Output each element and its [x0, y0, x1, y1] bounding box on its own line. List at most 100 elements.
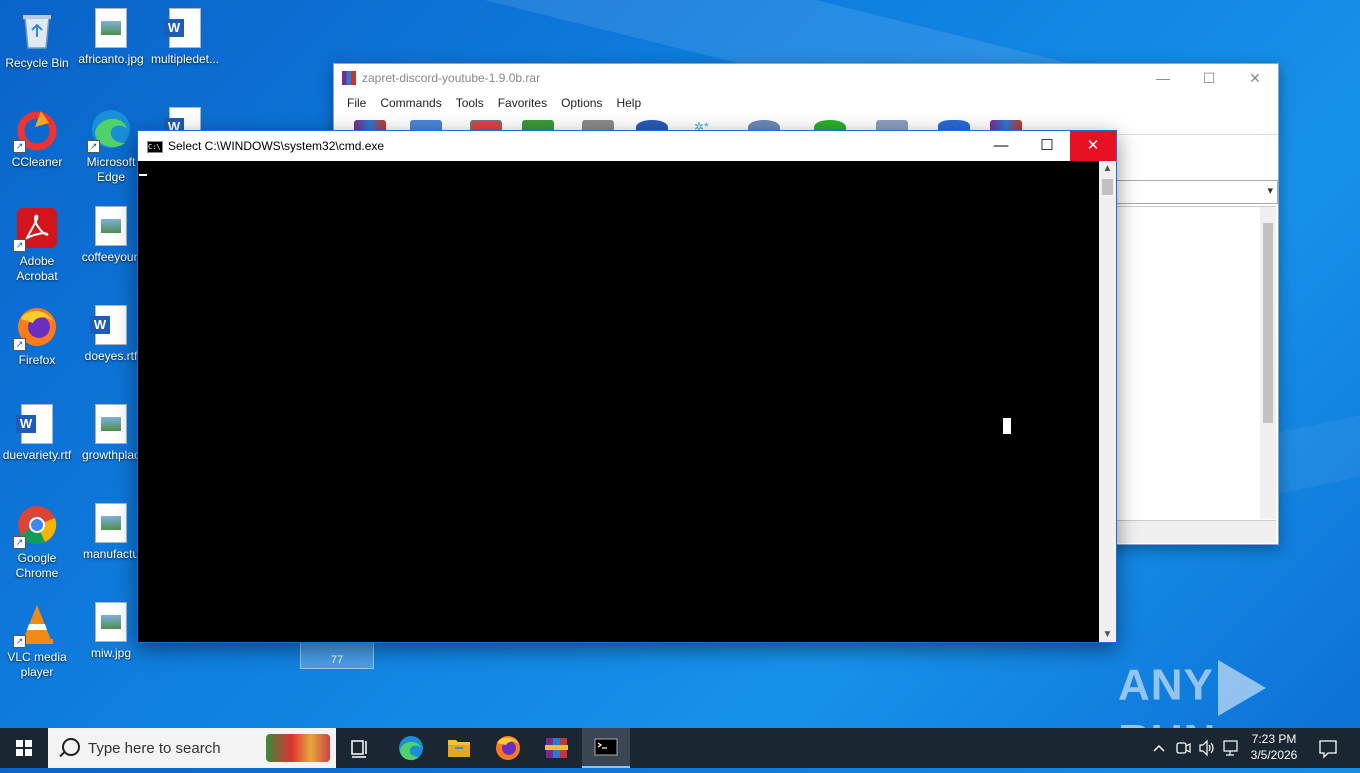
- watermark-left: ANY: [1118, 660, 1214, 710]
- winrar-title: zapret-discord-youtube-1.9.0b.rar: [362, 71, 541, 85]
- desktop-icon-recycle-bin[interactable]: Recycle Bin: [0, 0, 74, 71]
- menu-help[interactable]: Help: [609, 96, 648, 110]
- menu-commands[interactable]: Commands: [373, 96, 448, 110]
- desktop-icon-firefox[interactable]: ↗ Firefox: [0, 297, 74, 368]
- winrar-file-list[interactable]: [1116, 206, 1276, 519]
- desktop-icon-acrobat[interactable]: ↗ Adobe Acrobat: [0, 198, 74, 284]
- camera-icon: [1176, 742, 1191, 754]
- icon-label: Firefox: [18, 353, 56, 367]
- console-cursor: [139, 174, 147, 176]
- desktop-icon-vlc[interactable]: ↗ VLC media player: [0, 594, 74, 680]
- desktop-icon-ccleaner[interactable]: ↗ CCleaner: [0, 99, 74, 170]
- icon-label: africanto.jpg: [78, 52, 144, 66]
- firefox-icon: [496, 736, 520, 760]
- ccleaner-icon: ↗: [13, 107, 59, 153]
- search-placeholder: Type here to search: [88, 740, 221, 757]
- anyrun-watermark: ANY RUN: [1118, 660, 1360, 728]
- taskbar-firefox[interactable]: [484, 728, 532, 768]
- scroll-down-icon[interactable]: ▼: [1099, 629, 1116, 640]
- cmd-close-button[interactable]: ✕: [1070, 131, 1116, 161]
- cmd-app-icon: C:\: [147, 141, 163, 153]
- edge-icon: [399, 736, 423, 761]
- image-file-icon: [95, 8, 127, 48]
- winrar-titlebar[interactable]: zapret-discord-youtube-1.9.0b.rar: [334, 64, 1278, 92]
- chrome-icon: ↗: [13, 503, 59, 549]
- image-file-icon: [95, 206, 127, 246]
- image-file-icon: [95, 503, 127, 543]
- show-hidden-icons-button[interactable]: [1150, 728, 1168, 768]
- acrobat-icon: ↗: [13, 206, 59, 252]
- desktop-icon-chrome[interactable]: ↗ Google Chrome: [0, 495, 74, 581]
- winrar-app-icon: [342, 71, 356, 85]
- action-center-button[interactable]: [1314, 728, 1342, 768]
- icon-label: VLC media player: [7, 650, 67, 679]
- image-file-icon: [95, 404, 127, 444]
- notification-icon: [1319, 740, 1337, 759]
- cmd-title: Select C:\WINDOWS\system32\cmd.exe: [168, 139, 385, 153]
- cmd-window[interactable]: C:\ Select C:\WINDOWS\system32\cmd.exe —…: [137, 130, 1117, 643]
- start-button[interactable]: [0, 728, 48, 768]
- menu-options[interactable]: Options: [554, 96, 609, 110]
- clock-date: 3/5/2026: [1250, 748, 1298, 762]
- desktop-icon-africanto[interactable]: africanto.jpg: [74, 0, 148, 67]
- taskbar-winrar[interactable]: [533, 728, 581, 768]
- drag-count-label: 77: [330, 654, 344, 666]
- network-button[interactable]: [1221, 728, 1241, 768]
- vlc-icon: ↗: [13, 602, 59, 648]
- cmd-console[interactable]: [138, 161, 1099, 642]
- winrar-minimize-button[interactable]: —: [1140, 64, 1186, 92]
- watermark-right: RUN: [1118, 716, 1216, 728]
- clock-time: 7:23 PM: [1251, 732, 1297, 746]
- taskbar-clock[interactable]: 7:23 PM 3/5/2026: [1242, 731, 1306, 763]
- scroll-thumb[interactable]: [1102, 179, 1113, 195]
- winrar-icon: [545, 738, 568, 758]
- icon-label: multipledet...: [150, 52, 220, 66]
- meet-now-button[interactable]: [1174, 728, 1192, 768]
- desktop-icon-multipledet[interactable]: W multipledet...: [148, 0, 222, 67]
- icon-label: Google Chrome: [15, 551, 59, 580]
- shortcut-arrow-icon: ↗: [13, 536, 26, 549]
- taskbar-cmd[interactable]: [582, 728, 630, 768]
- winrar-menubar: File Commands Tools Favorites Options He…: [334, 92, 1278, 114]
- cmd-minimize-button[interactable]: —: [978, 131, 1024, 161]
- word-doc-icon: W: [164, 8, 201, 48]
- icon-label: CCleaner: [11, 155, 63, 169]
- edge-icon: ↗: [87, 107, 133, 153]
- task-view-button[interactable]: [336, 728, 384, 768]
- menu-favorites[interactable]: Favorites: [491, 96, 554, 110]
- cmd-titlebar[interactable]: C:\ Select C:\WINDOWS\system32\cmd.exe —…: [138, 131, 1116, 161]
- cmd-icon: [594, 738, 618, 756]
- winrar-scrollbar[interactable]: [1260, 207, 1276, 519]
- desktop-icon-duevariety[interactable]: W duevariety.rtf: [0, 396, 74, 463]
- scroll-thumb[interactable]: [1263, 223, 1273, 423]
- icon-label: miw.jpg: [90, 646, 131, 660]
- speaker-icon: [1199, 739, 1214, 757]
- taskbar-file-explorer[interactable]: [435, 728, 483, 768]
- icon-label: Recycle Bin: [5, 56, 69, 70]
- windows-logo-icon: [16, 740, 32, 756]
- winrar-statusbar: [1116, 520, 1276, 543]
- taskbar: Type here to search 7:23 PM 3/5/2026: [0, 728, 1360, 768]
- task-view-icon: [351, 740, 367, 758]
- chevron-up-icon: [1153, 744, 1165, 752]
- scroll-up-icon[interactable]: ▲: [1099, 163, 1116, 174]
- shortcut-arrow-icon: ↗: [13, 338, 26, 351]
- taskbar-edge[interactable]: [387, 728, 435, 768]
- icon-label: duevariety.rtf: [2, 448, 72, 462]
- cmd-scrollbar[interactable]: ▲ ▼: [1099, 161, 1116, 642]
- winrar-maximize-button[interactable]: ☐: [1186, 64, 1232, 92]
- icon-label: Adobe Acrobat: [16, 254, 58, 283]
- winrar-path-dropdown[interactable]: ▾: [1116, 180, 1278, 204]
- menu-file[interactable]: File: [340, 96, 373, 110]
- volume-button[interactable]: [1197, 728, 1217, 768]
- search-icon: [62, 738, 80, 756]
- winrar-close-button[interactable]: ✕: [1232, 64, 1278, 92]
- cmd-maximize-button[interactable]: ☐: [1024, 131, 1070, 161]
- shortcut-arrow-icon: ↗: [13, 239, 26, 252]
- search-highlight-icon: [266, 734, 330, 762]
- menu-tools[interactable]: Tools: [449, 96, 491, 110]
- drag-preview-tile: 77: [300, 641, 374, 669]
- chevron-down-icon: ▾: [1267, 185, 1273, 197]
- network-icon: [1223, 740, 1238, 756]
- taskbar-search-box[interactable]: Type here to search: [48, 728, 336, 768]
